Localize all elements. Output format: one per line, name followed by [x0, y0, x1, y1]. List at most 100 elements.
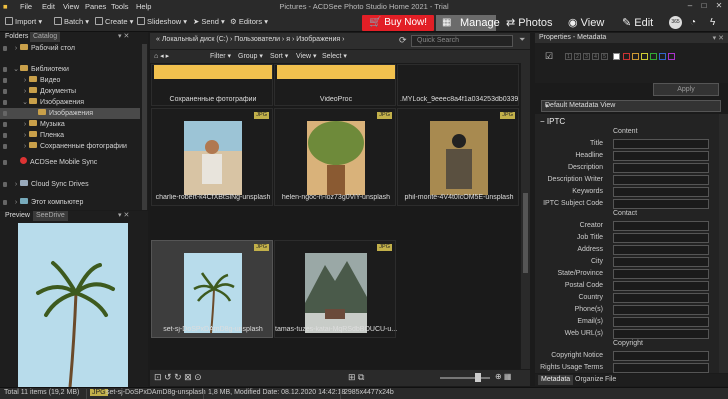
- lightning-icon[interactable]: ϟ: [710, 15, 715, 31]
- group-menu[interactable]: Group ▾: [238, 52, 263, 60]
- pin-icon[interactable]: [3, 144, 7, 149]
- pin-icon[interactable]: [3, 122, 7, 127]
- tree-item[interactable]: › Музыка: [0, 119, 140, 130]
- expand-arrow-icon[interactable]: ›: [21, 75, 29, 86]
- minimize-icon[interactable]: –: [684, 1, 696, 12]
- pin-icon[interactable]: [3, 160, 7, 165]
- expand-arrow-icon[interactable]: ›: [21, 130, 29, 141]
- expand-arrow-icon[interactable]: ›: [12, 179, 20, 190]
- color-label-none[interactable]: [613, 53, 620, 60]
- menu-panes[interactable]: Panes: [85, 2, 106, 11]
- tag-checkbox-icon[interactable]: ☑: [545, 51, 553, 62]
- pin-icon[interactable]: [3, 100, 7, 105]
- pin-icon[interactable]: [3, 111, 7, 116]
- select-menu[interactable]: Select ▾: [322, 52, 347, 60]
- badge-365[interactable]: 365: [669, 16, 682, 29]
- rating-5[interactable]: 5: [601, 53, 608, 60]
- metadata-input[interactable]: [613, 329, 709, 339]
- tree-item[interactable]: ACDSee Mobile Sync: [0, 157, 140, 168]
- properties-menu-icon[interactable]: ▾ ✕: [713, 34, 724, 42]
- iptc-section-header[interactable]: − IPTC: [540, 117, 565, 126]
- color-label-orange[interactable]: [632, 53, 639, 60]
- pin-icon[interactable]: [3, 46, 7, 51]
- metadata-input[interactable]: [613, 281, 709, 291]
- tab-catalog[interactable]: Catalog: [30, 32, 61, 42]
- folder-tile[interactable]: VideoProc: [274, 64, 396, 106]
- expand-arrow-icon[interactable]: ›: [21, 141, 29, 152]
- metadata-input[interactable]: [613, 245, 709, 255]
- metadata-input[interactable]: [613, 257, 709, 267]
- quick-search-input[interactable]: Quick Search: [411, 35, 513, 47]
- maximize-icon[interactable]: □: [698, 1, 710, 12]
- buy-now-button[interactable]: 🛒 Buy Now!: [362, 15, 434, 31]
- sort-menu[interactable]: Sort ▾: [270, 52, 288, 60]
- tree-item[interactable]: Изображения: [0, 108, 140, 119]
- metadata-input[interactable]: [613, 187, 709, 197]
- menu-view[interactable]: View: [63, 2, 79, 11]
- metadata-input[interactable]: [613, 175, 709, 185]
- import-button[interactable]: Import ▾: [5, 17, 42, 26]
- color-label-blue[interactable]: [659, 53, 666, 60]
- metadata-input[interactable]: [613, 139, 709, 149]
- tree-item[interactable]: › Пленка: [0, 130, 140, 141]
- tab-metadata[interactable]: Metadata: [538, 375, 574, 385]
- thumbnail-tile[interactable]: JPG helen-ngoc-n-ioz73g0ViY-unsplash: [274, 108, 396, 206]
- pin-icon[interactable]: [3, 133, 7, 138]
- tab-file[interactable]: File: [602, 375, 619, 385]
- metadata-scrollbar[interactable]: [719, 114, 728, 373]
- apply-button[interactable]: Apply: [653, 83, 719, 96]
- expand-arrow-icon[interactable]: ⌄: [12, 64, 20, 75]
- mode-view[interactable]: ◉ View: [568, 15, 604, 31]
- expand-arrow-icon[interactable]: ⌄: [21, 97, 29, 108]
- rating-2[interactable]: 2: [574, 53, 581, 60]
- scrollbar-thumb[interactable]: [523, 193, 528, 273]
- expand-arrow-icon[interactable]: ›: [21, 119, 29, 130]
- preview-menu-icon[interactable]: ▾ ✕: [118, 211, 129, 219]
- expand-arrow-icon[interactable]: ›: [12, 197, 20, 208]
- menu-help[interactable]: Help: [136, 2, 151, 11]
- metadata-input[interactable]: [613, 317, 709, 327]
- zoom-slider-thumb[interactable]: [475, 373, 481, 382]
- tree-item[interactable]: › Видео: [0, 75, 140, 86]
- mode-manage[interactable]: ▦ Manage: [436, 15, 500, 31]
- batch-button[interactable]: Batch ▾: [54, 17, 89, 26]
- thumbnail-tile[interactable]: JPG phil-monte-4V4t0IcOM5E-unsplash: [397, 108, 519, 206]
- view-menu[interactable]: View ▾: [296, 52, 317, 60]
- folder-tree-scrollbar[interactable]: [142, 44, 147, 210]
- color-label-red[interactable]: [623, 53, 630, 60]
- metadata-input[interactable]: [613, 221, 709, 231]
- tab-folders[interactable]: Folders: [2, 32, 31, 42]
- tree-item[interactable]: › Сохраненные фотографии: [0, 141, 140, 152]
- mode-edit[interactable]: ✎ Edit: [622, 15, 653, 31]
- metadata-input[interactable]: [613, 363, 709, 373]
- tab-seedrive[interactable]: SeeDrive: [33, 211, 68, 221]
- tree-item[interactable]: › Cloud Sync Drives: [0, 179, 140, 190]
- pin-icon[interactable]: [3, 67, 7, 72]
- refresh-icon[interactable]: ⟳: [399, 35, 407, 46]
- dashboard-icon[interactable]: ◔: [690, 15, 696, 31]
- tree-item[interactable]: ⌄ Изображения: [0, 97, 140, 108]
- metadata-input[interactable]: [613, 163, 709, 173]
- menu-edit[interactable]: Edit: [42, 2, 55, 11]
- mode-photos[interactable]: ⇄ Photos: [506, 15, 553, 31]
- menu-tools[interactable]: Tools: [111, 2, 129, 11]
- filter-menu[interactable]: Filter ▾: [210, 52, 231, 60]
- zoom-in-icon[interactable]: ⊕ ▦: [495, 372, 511, 381]
- rotate-icons[interactable]: ⊡ ↺ ↻ ⊠ ⊙: [154, 372, 202, 383]
- pin-icon[interactable]: [3, 78, 7, 83]
- metadata-input[interactable]: [613, 351, 709, 361]
- metadata-view-select[interactable]: Default Metadata View ▾: [541, 100, 721, 112]
- editors-button[interactable]: ⚙ Editors ▾: [230, 17, 268, 26]
- filter-funnel-icon[interactable]: ⏷: [519, 35, 525, 45]
- metadata-input[interactable]: [613, 233, 709, 243]
- metadata-input[interactable]: [613, 151, 709, 161]
- tree-item[interactable]: › Рабочий стол: [0, 43, 140, 54]
- metadata-input[interactable]: [613, 305, 709, 315]
- folder-tile[interactable]: .MYLock_9eeec8a4f1a034253db03394d...: [397, 64, 519, 106]
- color-label-yellow[interactable]: [641, 53, 648, 60]
- thumbnail-tile-selected[interactable]: JPG set-sj-DoSPxDAmD8g-unsplash: [151, 240, 273, 338]
- tree-item[interactable]: › Этот компьютер: [0, 197, 140, 208]
- rating-3[interactable]: 3: [583, 53, 590, 60]
- panel-menu-icon[interactable]: ▾ ✕: [118, 32, 129, 40]
- zoom-slider[interactable]: [440, 377, 490, 379]
